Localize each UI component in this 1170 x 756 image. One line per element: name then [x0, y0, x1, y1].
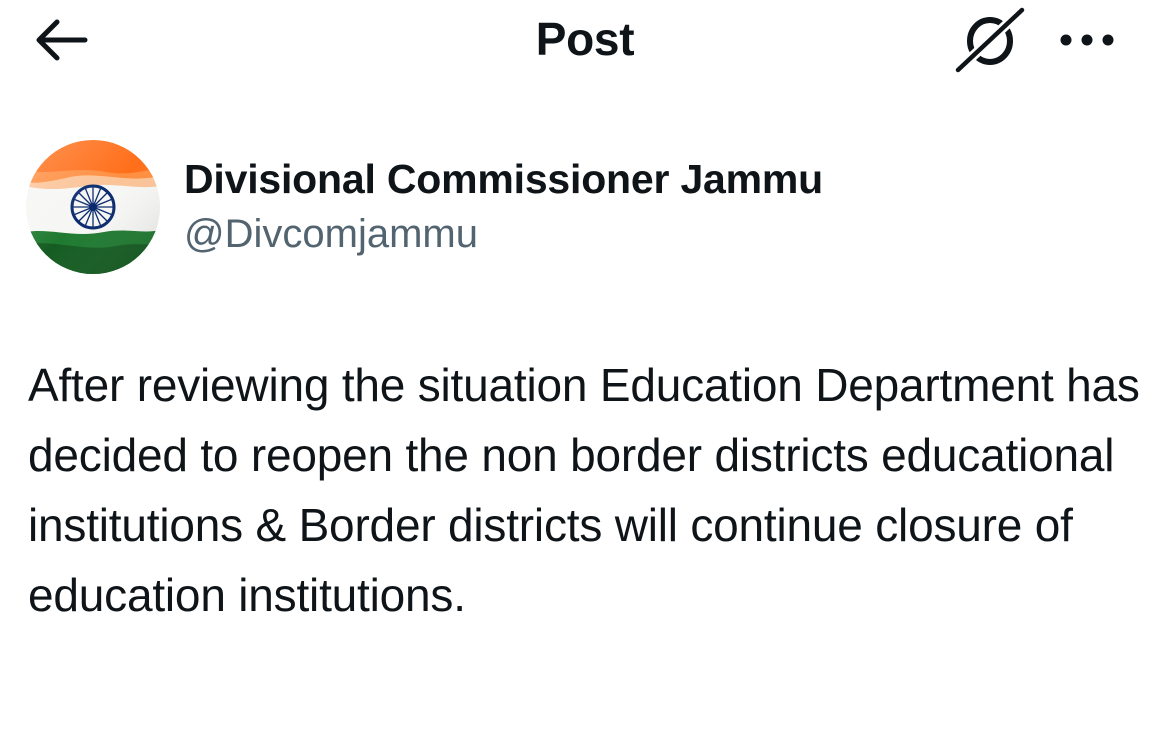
author-handle[interactable]: @Divcomjammu	[184, 212, 478, 257]
author-display-name[interactable]: Divisional Commissioner Jammu	[184, 156, 823, 203]
arrow-left-icon	[36, 19, 88, 61]
top-bar: Post	[0, 0, 1170, 90]
grok-button[interactable]	[952, 4, 1028, 74]
post-author: Divisional Commissioner Jammu @Divcomjam…	[26, 140, 1136, 280]
indian-flag-avatar	[26, 140, 160, 274]
more-horizontal-icon	[1060, 34, 1114, 46]
more-options-button[interactable]	[1052, 18, 1122, 62]
back-button[interactable]	[28, 14, 94, 66]
post-text: After reviewing the situation Education …	[28, 359, 1140, 621]
grok-icon	[953, 5, 1027, 74]
avatar[interactable]	[26, 140, 160, 274]
